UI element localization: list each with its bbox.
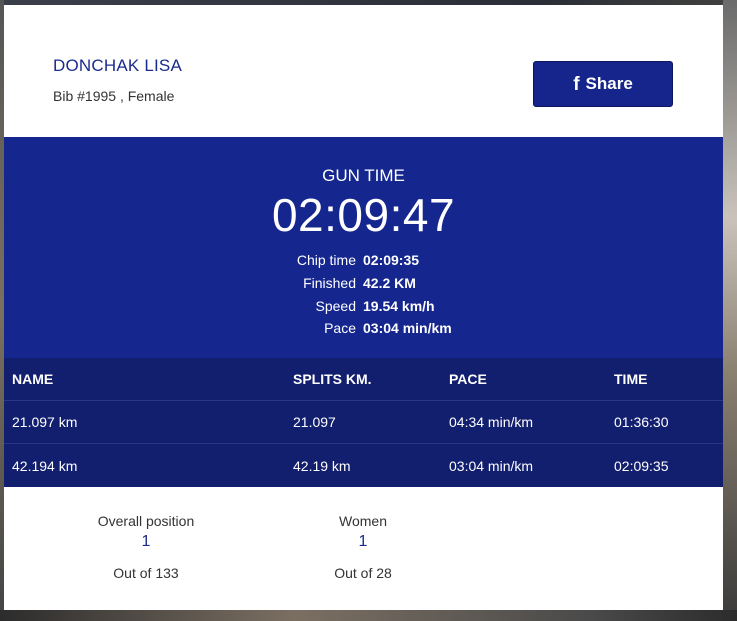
gun-time-label: GUN TIME [322, 166, 405, 185]
stat-value: 02:09:35 [363, 252, 420, 269]
splits-table: NAME SPLITS KM. PACE TIME 21.097 km 21.0… [4, 358, 723, 487]
background-photo-bottom [0, 610, 737, 621]
stat-label: Chip time [296, 252, 356, 269]
race-stats: Chip time 02:09:35 Finished 42.2 KM Spee… [4, 249, 723, 340]
table-row: 21.097 km 21.097 04:34 min/km 01:36:30 [4, 401, 723, 444]
positions-section: Overall position 1 Out of 133 Women 1 Ou… [4, 487, 723, 605]
background-photo-right [723, 0, 737, 621]
position-total: Out of 28 [334, 565, 392, 581]
stat-value: 19.54 km/h [363, 297, 435, 314]
split-km: 21.097 [293, 414, 336, 430]
position-label: Overall position [97, 513, 195, 529]
column-header-time: TIME [614, 371, 648, 387]
column-header-name: NAME [12, 371, 54, 387]
split-time: 01:36:30 [614, 414, 669, 430]
split-name: 21.097 km [12, 414, 78, 430]
athlete-bib-gender: Bib #1995 , Female [53, 88, 175, 104]
position-total: Out of 133 [113, 565, 179, 581]
stat-row-finished: Finished 42.2 KM [4, 272, 723, 295]
split-name: 42.194 km [12, 457, 78, 474]
stat-label: Speed [315, 297, 356, 314]
athlete-name: DONCHAK LISA [53, 56, 182, 75]
stat-value: 42.2 KM [363, 275, 416, 292]
stat-value: 03:04 min/km [363, 320, 452, 337]
position-value: 1 [141, 533, 151, 550]
share-label: Share [585, 74, 633, 93]
stat-row-pace: Pace 03:04 min/km [4, 317, 723, 340]
column-header-pace: PACE [449, 371, 487, 387]
athlete-header: DONCHAK LISA Bib #1995 , Female f Share [4, 5, 723, 137]
split-km: 42.19 km [293, 457, 351, 474]
stat-row-speed: Speed 19.54 km/h [4, 294, 723, 317]
column-header-splits: SPLITS KM. [293, 371, 372, 387]
facebook-share-button[interactable]: f Share [533, 61, 673, 107]
gender-position: Women 1 Out of 28 [283, 513, 443, 581]
position-value: 1 [358, 533, 368, 550]
gun-time-panel: GUN TIME 02:09:47 Chip time 02:09:35 Fin… [4, 137, 723, 358]
stat-row-chip-time: Chip time 02:09:35 [4, 249, 723, 272]
splits-table-header: NAME SPLITS KM. PACE TIME [4, 358, 723, 401]
split-pace: 04:34 min/km [449, 414, 534, 430]
gun-time-value: 02:09:47 [271, 189, 456, 241]
stat-label: Finished [303, 275, 356, 292]
overall-position: Overall position 1 Out of 133 [66, 513, 226, 581]
table-row: 42.194 km 42.19 km 03:04 min/km 02:09:35 [4, 444, 723, 487]
split-time: 02:09:35 [614, 457, 669, 474]
result-card: DONCHAK LISA Bib #1995 , Female f Share … [4, 5, 723, 610]
facebook-icon: f [573, 73, 580, 95]
position-label: Women [339, 513, 387, 529]
stat-label: Pace [324, 320, 356, 337]
split-pace: 03:04 min/km [449, 457, 534, 474]
